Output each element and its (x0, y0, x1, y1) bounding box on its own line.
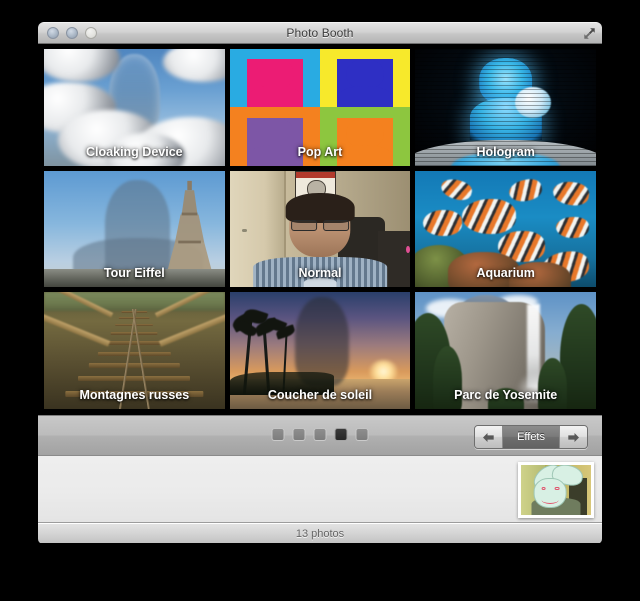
palm-trees (229, 306, 335, 409)
photo-thumbnail[interactable] (518, 462, 594, 518)
door-handle (241, 228, 247, 233)
page-dot-3[interactable] (313, 428, 327, 441)
effects-grid: Cloaking Device Pop Art Hologram Tour Ei… (38, 44, 602, 415)
normal-webcam-scene (229, 170, 411, 288)
arrow-left-icon (483, 432, 494, 442)
photo-booth-window: Photo Booth Cloaking Device Pop Art Holo… (38, 22, 602, 544)
effect-cell-cloaking-device[interactable]: Cloaking Device (44, 49, 225, 166)
hologram-scene (415, 49, 596, 166)
eiffel-tower-icon (166, 179, 213, 274)
pop-art-quadrant (229, 107, 320, 166)
fish-shape (422, 210, 463, 236)
fullscreen-icon[interactable] (583, 27, 596, 40)
coral-shape (509, 261, 571, 288)
person-hair (285, 192, 355, 224)
pine-tree (433, 345, 463, 409)
pop-art-figure (337, 59, 394, 108)
effect-cell-parc-de-yosemite[interactable]: Parc de Yosemite (415, 292, 596, 409)
cloud-shape (44, 49, 120, 82)
page-dot-4[interactable] (334, 428, 348, 441)
bunny-face-overlay (533, 478, 567, 508)
window-titlebar: Photo Booth (38, 22, 602, 44)
page-dot-2[interactable] (292, 428, 306, 441)
fish-shape (551, 179, 591, 209)
person-glasses (291, 219, 349, 231)
window-title: Photo Booth (286, 26, 354, 40)
hologram-scanlines (415, 49, 596, 166)
effect-cell-normal[interactable]: Normal (229, 170, 411, 288)
effect-cell-aquarium[interactable]: Aquarium (415, 170, 596, 288)
photo-tray[interactable] (38, 456, 602, 523)
yosemite-scene (415, 292, 596, 409)
pop-art-quadrant (319, 49, 411, 108)
photo-count-label: 13 photos (295, 527, 345, 540)
fish-shape (462, 198, 517, 234)
effects-toolbar: Effets (38, 415, 602, 456)
tour-eiffel-scene (44, 170, 225, 288)
pop-art-scene (229, 49, 411, 166)
status-bar: 13 photos (38, 523, 602, 543)
pop-art-quadrant (229, 49, 320, 108)
arrow-right-icon (568, 432, 579, 442)
eiffel-ground (44, 268, 225, 288)
cloaking-device-scene (44, 49, 225, 166)
pop-art-quadrant (319, 107, 411, 166)
fish-shape (556, 217, 589, 239)
effect-cell-coucher-de-soleil[interactable]: Coucher de soleil (229, 292, 411, 409)
previous-effects-button[interactable] (475, 426, 504, 448)
effects-button[interactable]: Effets (503, 426, 559, 448)
page-dot-1[interactable] (271, 428, 285, 441)
pine-tree (487, 387, 524, 409)
effect-cell-montagnes-russes[interactable]: Montagnes russes (44, 292, 225, 409)
effect-cell-tour-eiffel[interactable]: Tour Eiffel (44, 170, 225, 288)
roller-coaster-scene (44, 292, 225, 409)
sunset-scene (229, 292, 411, 409)
pop-art-figure (246, 59, 303, 108)
pop-art-figure (246, 117, 303, 166)
page-indicator (271, 428, 369, 441)
page-dot-5[interactable] (355, 428, 369, 441)
coaster-track (44, 292, 225, 409)
photo-thumbnail-image (521, 465, 591, 515)
cloud-shape (163, 49, 225, 82)
effect-cell-pop-art[interactable]: Pop Art (229, 49, 411, 166)
pop-art-figure (337, 117, 394, 166)
effect-cell-hologram[interactable]: Hologram (415, 49, 596, 166)
aquarium-scene (415, 170, 596, 288)
effects-segmented-control: Effets (474, 425, 588, 449)
fish-shape (507, 176, 544, 205)
fish-shape (438, 176, 474, 203)
person-collar (303, 278, 337, 288)
next-effects-button[interactable] (559, 426, 587, 448)
